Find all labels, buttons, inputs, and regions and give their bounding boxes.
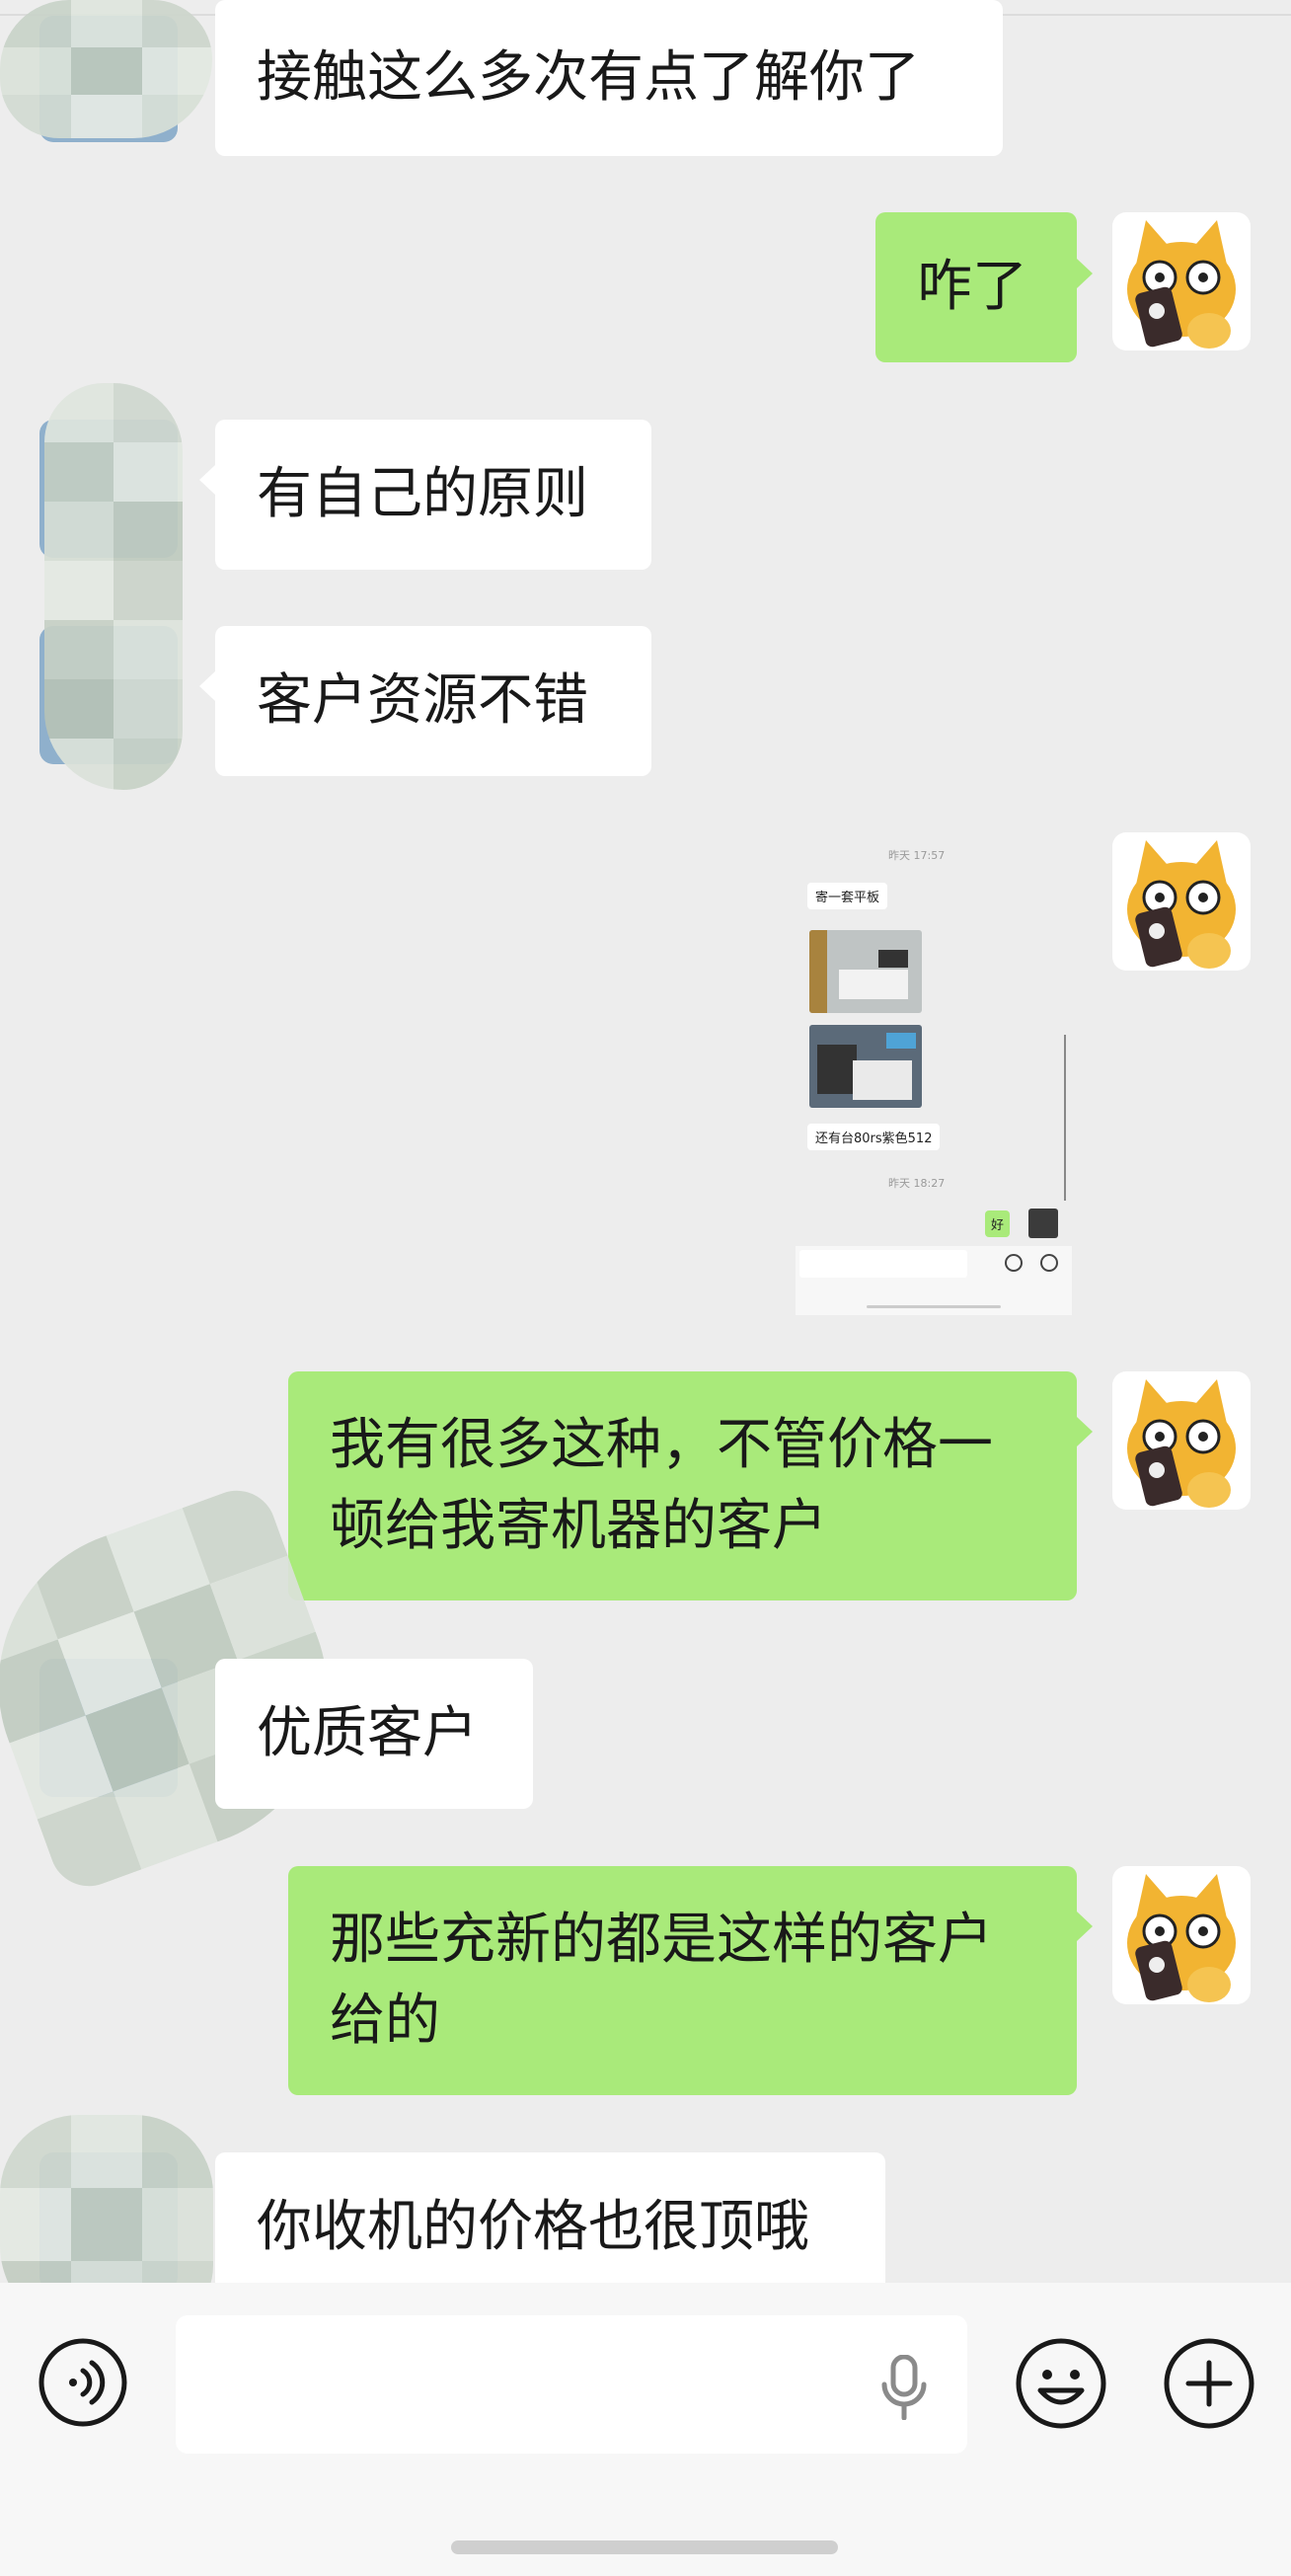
cat-sticker-icon xyxy=(1127,1874,1236,2002)
message-bubble-incoming[interactable]: 客户资源不错 xyxy=(215,626,651,776)
embedded-reply-text: 好 xyxy=(991,1218,1005,1233)
message-bubble-incoming[interactable]: 优质客户 xyxy=(215,1659,533,1809)
message-text: 咋了 xyxy=(917,255,1027,319)
cat-sticker-icon xyxy=(1127,1379,1236,1508)
embedded-avatar xyxy=(1028,1209,1058,1238)
message-text: 优质客户 xyxy=(257,1701,478,1765)
emoji-icon xyxy=(1016,2338,1106,2429)
bubble-tail xyxy=(1077,259,1093,288)
voice-icon xyxy=(38,2338,127,2427)
timestamp: 昨天 18:27 xyxy=(888,1177,946,1190)
privacy-blur xyxy=(44,383,183,790)
message-bubble-outgoing[interactable]: 我有很多这种，不管价格一顿给我寄机器的客户 xyxy=(288,1371,1077,1600)
bubble-tail xyxy=(199,671,215,701)
message-bubble-incoming[interactable]: 接触这么多次有点了解你了 xyxy=(215,0,1003,156)
bubble-tail xyxy=(1077,1417,1093,1446)
message-text: 你收机的价格也很顶哦 xyxy=(257,2195,809,2259)
voice-button[interactable] xyxy=(38,2337,128,2428)
embedded-input-bar xyxy=(796,1246,1072,1315)
message-text: 接触这么多次有点了解你了 xyxy=(257,45,920,110)
home-indicator xyxy=(451,2540,838,2554)
embedded-photo xyxy=(809,930,922,1013)
image-message[interactable]: 昨天 17:57 寄一套平板 还有台80rs紫色512 昨天 18:27 好 xyxy=(796,837,1072,1315)
bubble-tail xyxy=(199,465,215,495)
emoji-button[interactable] xyxy=(1015,2337,1107,2430)
message-text: 客户资源不错 xyxy=(257,668,588,733)
bubble-tail xyxy=(1077,1912,1093,1941)
embedded-message-text: 还有台80rs紫色512 xyxy=(815,1132,933,1146)
cat-sticker-icon xyxy=(1127,840,1236,969)
my-avatar[interactable] xyxy=(1112,832,1251,971)
my-avatar[interactable] xyxy=(1112,1866,1251,2004)
message-input[interactable] xyxy=(176,2315,967,2454)
embedded-message-text: 寄一套平板 xyxy=(815,891,880,905)
cat-sticker-icon xyxy=(1127,220,1236,349)
scrollbar xyxy=(1064,1035,1066,1201)
message-bubble-incoming[interactable]: 有自己的原则 xyxy=(215,420,651,570)
plus-icon xyxy=(1164,2338,1254,2429)
my-avatar[interactable] xyxy=(1112,1371,1251,1510)
message-text: 有自己的原则 xyxy=(257,462,588,526)
message-text: 那些充新的都是这样的客户给的 xyxy=(330,1908,993,2053)
message-bubble-incoming[interactable]: 你收机的价格也很顶哦 xyxy=(215,2152,885,2303)
embedded-reply: 好 xyxy=(985,1210,1011,1237)
embedded-message: 寄一套平板 xyxy=(807,883,888,909)
privacy-blur xyxy=(0,0,212,138)
message-bubble-outgoing[interactable]: 咋了 xyxy=(875,212,1077,362)
microphone-icon[interactable] xyxy=(879,2355,929,2420)
embedded-message: 还有台80rs紫色512 xyxy=(807,1124,941,1150)
input-bar xyxy=(0,2283,1291,2576)
my-avatar[interactable] xyxy=(1112,212,1251,351)
embedded-plus-icon xyxy=(1040,1254,1058,1272)
message-bubble-outgoing[interactable]: 那些充新的都是这样的客户给的 xyxy=(288,1866,1077,2095)
plus-button[interactable] xyxy=(1163,2337,1255,2430)
embedded-photo xyxy=(809,1025,922,1108)
timestamp: 昨天 17:57 xyxy=(888,849,946,862)
embedded-emoji-icon xyxy=(1005,1254,1023,1272)
message-text: 我有很多这种，不管价格一顿给我寄机器的客户 xyxy=(330,1413,993,1558)
